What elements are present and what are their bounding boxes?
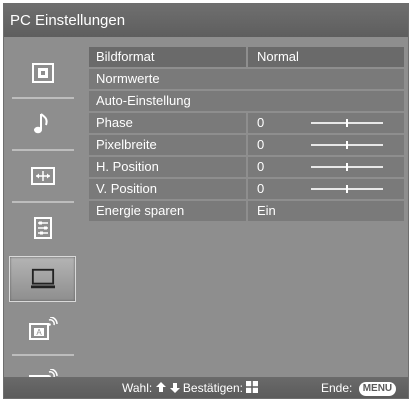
analog-glyph: A	[36, 328, 42, 337]
menu-row-energie-sparen[interactable]: Energie sparen Ein	[89, 201, 404, 221]
slider-knob[interactable]	[346, 163, 348, 171]
sound-note-icon	[31, 112, 55, 136]
menu-row-label: Auto-Einstellung	[89, 91, 404, 111]
slider-knob[interactable]	[346, 185, 348, 193]
sidebar-item-pc[interactable]	[9, 256, 76, 302]
sidebar-item-settings[interactable]	[9, 205, 76, 251]
menu-row-label: Phase	[89, 113, 246, 133]
pixelbreite-slider[interactable]	[311, 141, 383, 149]
menu-row-label: H. Position	[89, 157, 246, 177]
analog-input-icon: A	[28, 317, 58, 341]
phase-slider[interactable]	[311, 119, 383, 127]
pc-settings-screen: PC Einstellungen A Bildformat Normal Nor…	[3, 3, 409, 399]
picture-icon	[31, 61, 55, 85]
window-title: PC Einstellungen	[10, 12, 126, 29]
menu-row-label: Bildformat	[89, 47, 246, 67]
menu-row-phase[interactable]: Phase 0	[89, 113, 404, 133]
sidebar-item-screen[interactable]	[9, 153, 76, 199]
select-label: Wahl:	[122, 381, 153, 395]
end-label: Ende:	[321, 381, 353, 395]
menu-row-auto-einstellung[interactable]: Auto-Einstellung	[89, 91, 404, 111]
footer-hint-bar: Wahl: Bestätigen: Ende: MENU	[4, 377, 408, 398]
sidebar: A D	[6, 46, 78, 392]
screen-format-icon	[30, 164, 55, 188]
sidebar-divider	[12, 354, 74, 356]
menu-row-bildformat[interactable]: Bildformat Normal	[89, 47, 404, 67]
title-bar: PC Einstellungen	[4, 4, 408, 37]
menu-row-pixelbreite[interactable]: Pixelbreite 0	[89, 135, 404, 155]
h-position-slider[interactable]	[311, 163, 383, 171]
exit-hint: Ende: MENU	[321, 377, 397, 398]
menu-row-value: Ein	[248, 201, 404, 221]
menu-row-label: Energie sparen	[89, 201, 246, 221]
menu-row-v-position[interactable]: V. Position 0	[89, 179, 404, 199]
slider-knob[interactable]	[346, 119, 348, 127]
up-down-arrows-icon	[155, 382, 180, 393]
slider-knob[interactable]	[346, 141, 348, 149]
v-position-slider[interactable]	[311, 185, 383, 193]
confirm-key-icon	[246, 381, 259, 393]
navigation-hint: Wahl: Bestätigen:	[122, 377, 259, 398]
menu-key: MENU	[358, 382, 397, 396]
sidebar-item-analog[interactable]: A	[9, 306, 76, 352]
menu-row-label: Pixelbreite	[89, 135, 246, 155]
menu-row-normwerte[interactable]: Normwerte	[89, 69, 404, 89]
confirm-label: Bestätigen:	[182, 381, 243, 395]
pc-monitor-icon	[30, 267, 55, 291]
sidebar-divider	[12, 97, 74, 99]
menu-row-label: Normwerte	[89, 69, 404, 89]
menu-row-label: V. Position	[89, 179, 246, 199]
sidebar-divider	[12, 201, 74, 203]
settings-list-icon	[31, 216, 55, 240]
menu-row-value: Normal	[248, 47, 404, 67]
sidebar-divider	[12, 149, 74, 151]
menu-row-h-position[interactable]: H. Position 0	[89, 157, 404, 177]
sidebar-item-sound[interactable]	[9, 101, 76, 147]
sidebar-item-picture[interactable]	[9, 50, 76, 96]
